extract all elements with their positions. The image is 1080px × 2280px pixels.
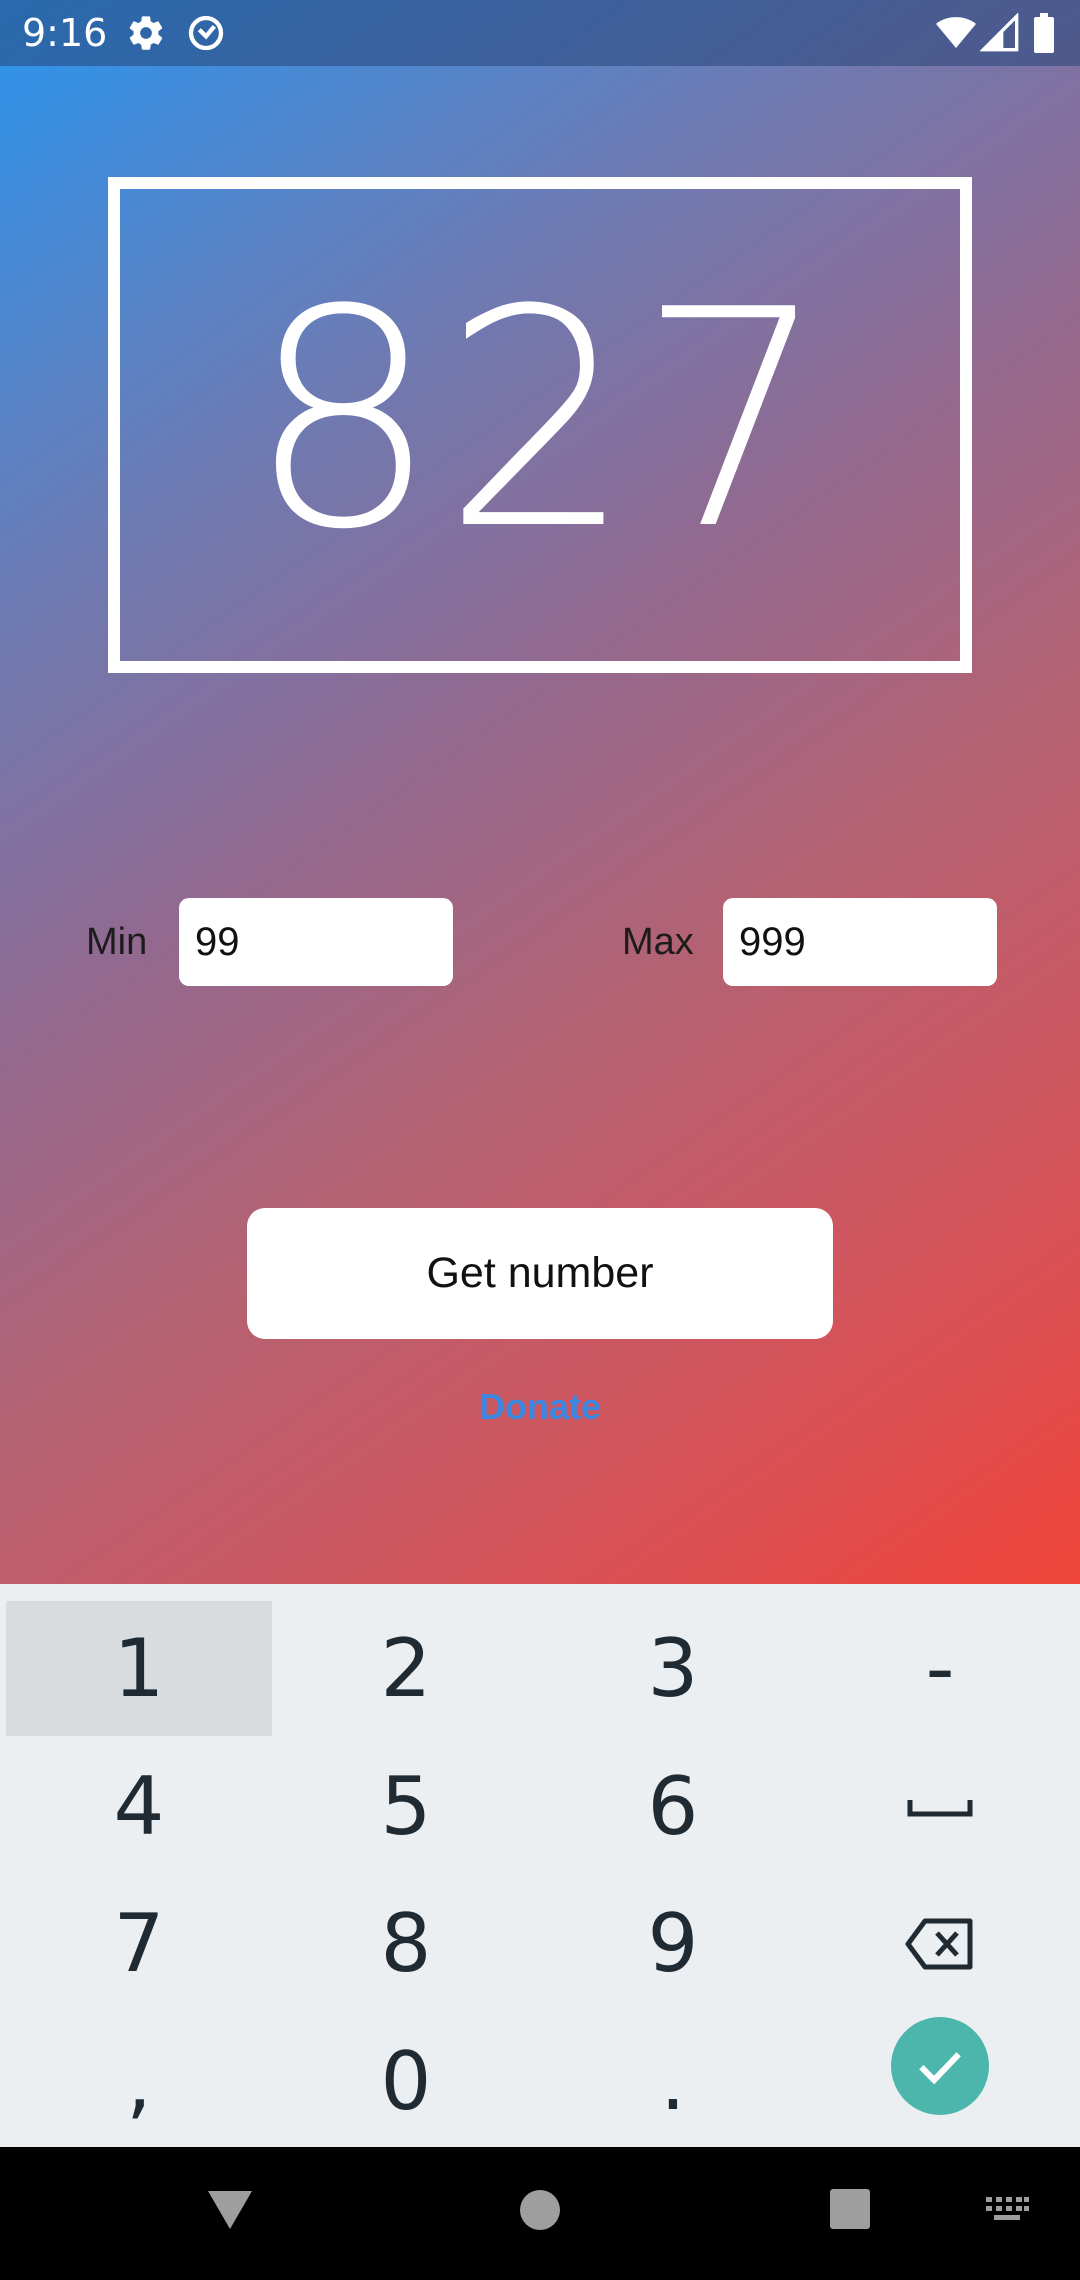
numeric-keyboard: 1 2 3 - 4 5 6 7 8 9 , 0 .	[0, 1584, 1080, 2147]
status-bar: 9:16	[0, 0, 1080, 66]
number-display: 827	[108, 177, 972, 673]
done-check-icon	[919, 2051, 961, 2084]
wifi-icon	[936, 13, 976, 53]
min-input[interactable]	[179, 898, 453, 986]
key-3[interactable]: 3	[540, 1601, 806, 1736]
key-space[interactable]	[807, 1739, 1073, 1874]
key-0[interactable]: 0	[273, 2014, 539, 2149]
back-icon[interactable]	[205, 2183, 255, 2238]
navigation-bar	[0, 2147, 1080, 2280]
key-7[interactable]: 7	[6, 1876, 272, 2011]
key-5[interactable]: 5	[273, 1739, 539, 1874]
at-sign-icon	[186, 13, 226, 53]
max-input[interactable]	[723, 898, 997, 986]
recents-icon[interactable]	[828, 2183, 872, 2238]
key-9[interactable]: 9	[540, 1876, 806, 2011]
key-minus[interactable]: -	[807, 1601, 1073, 1736]
min-label: Min	[86, 921, 148, 963]
status-time: 9:16	[22, 11, 108, 55]
battery-icon	[1032, 13, 1072, 53]
donate-link[interactable]: Donate	[0, 1382, 1080, 1432]
home-icon[interactable]	[518, 2183, 562, 2238]
random-number-value: 827	[247, 246, 833, 595]
keyboard-switch-icon[interactable]	[984, 2183, 1030, 2238]
key-backspace[interactable]	[807, 1876, 1073, 2011]
key-6[interactable]: 6	[540, 1739, 806, 1874]
key-comma[interactable]: ,	[6, 2014, 272, 2149]
gear-icon	[126, 13, 166, 53]
backspace-icon	[905, 1918, 973, 1969]
key-8[interactable]: 8	[273, 1876, 539, 2011]
key-2[interactable]: 2	[273, 1601, 539, 1736]
get-number-button[interactable]: Get number	[247, 1208, 833, 1339]
signal-icon	[979, 12, 1020, 53]
key-done[interactable]	[807, 1998, 1073, 2133]
key-1[interactable]: 1	[6, 1601, 272, 1736]
max-label: Max	[622, 921, 694, 963]
done-button-circle	[891, 2016, 989, 2115]
key-4[interactable]: 4	[6, 1739, 272, 1874]
space-icon	[907, 1799, 973, 1816]
key-period[interactable]: .	[540, 2014, 806, 2149]
